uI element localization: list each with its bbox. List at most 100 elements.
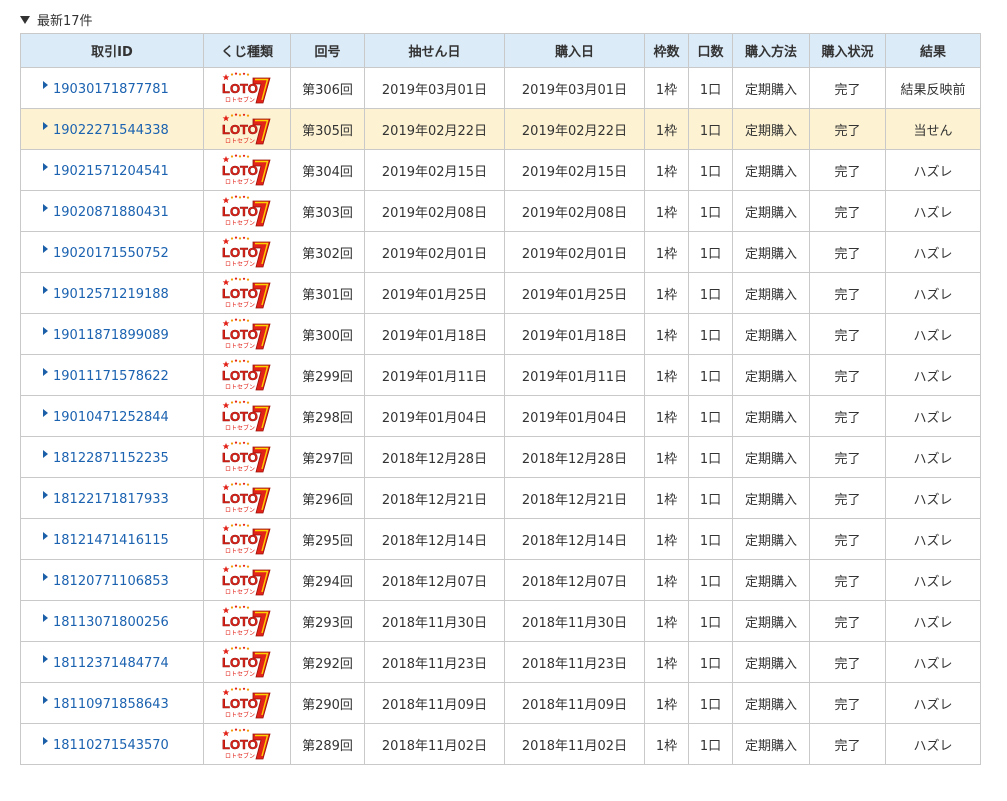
result-cell: ハズレ (885, 436, 981, 478)
result-cell: ハズレ (885, 600, 981, 642)
transaction-id-link[interactable]: 19010471252844 (43, 410, 169, 425)
purchase-method-cell: 定期購入 (732, 600, 810, 642)
loto7-logo-icon: LOTO ロトセブン (222, 318, 271, 350)
logo-main-text: LOTO (222, 81, 258, 96)
transaction-id-link[interactable]: 18122871152235 (43, 451, 169, 466)
purchase-method-cell: 定期購入 (732, 518, 810, 560)
round-cell: 第306回 (290, 67, 365, 109)
purchase-status-cell: 完了 (809, 477, 886, 519)
frames-cell: 1枠 (644, 272, 689, 314)
round-cell: 第297回 (290, 436, 365, 478)
frames-cell: 1枠 (644, 559, 689, 601)
logo-sub-text: ロトセブン (225, 629, 255, 637)
round-cell: 第293回 (290, 600, 365, 642)
purchase-date-cell: 2018年12月21日 (504, 477, 645, 519)
logo-sub-text: ロトセブン (225, 588, 255, 596)
frames-cell: 1枠 (644, 436, 689, 478)
round-cell: 第290回 (290, 682, 365, 724)
transaction-id-cell: 18113071800256 (20, 600, 204, 642)
section-header[interactable]: 最新17件 (20, 8, 93, 30)
transaction-id-link[interactable]: 19021571204541 (43, 164, 169, 179)
purchase-method-cell: 定期購入 (732, 354, 810, 396)
transaction-id-link[interactable]: 18110971858643 (43, 697, 169, 712)
units-cell: 1口 (688, 272, 733, 314)
purchase-date-cell: 2018年12月28日 (504, 436, 645, 478)
draw-date-cell: 2019年01月04日 (364, 395, 505, 437)
table-row: 18120771106853 LOTO ロトセブン 第294回 2018年12月… (20, 559, 981, 601)
frames-cell: 1枠 (644, 641, 689, 683)
table-row: 19011171578622 LOTO ロトセブン 第299回 2019年01月… (20, 354, 981, 396)
round-cell: 第299回 (290, 354, 365, 396)
purchase-status-cell: 完了 (809, 190, 886, 232)
logo-main-text: LOTO (222, 122, 258, 137)
units-cell: 1口 (688, 723, 733, 765)
units-cell: 1口 (688, 231, 733, 273)
purchase-status-cell: 完了 (809, 600, 886, 642)
draw-date-cell: 2018年12月21日 (364, 477, 505, 519)
purchase-date-cell: 2019年01月25日 (504, 272, 645, 314)
lottery-type-cell: LOTO ロトセブン (203, 641, 291, 683)
transaction-id-link[interactable]: 18122171817933 (43, 492, 169, 507)
frames-cell: 1枠 (644, 149, 689, 191)
purchase-date-cell: 2018年11月02日 (504, 723, 645, 765)
purchase-date-cell: 2019年02月22日 (504, 108, 645, 150)
logo-main-text: LOTO (222, 368, 258, 383)
lottery-type-cell: LOTO ロトセブン (203, 559, 291, 601)
transaction-id-cell: 18112371484774 (20, 641, 204, 683)
table-row: 19011871899089 LOTO ロトセブン 第300回 2019年01月… (20, 313, 981, 355)
frames-cell: 1枠 (644, 723, 689, 765)
purchase-method-cell: 定期購入 (732, 272, 810, 314)
logo-stars (222, 113, 250, 122)
table-row: 19020871880431 LOTO ロトセブン 第303回 2019年02月… (20, 190, 981, 232)
transaction-id-link[interactable]: 18120771106853 (43, 574, 169, 589)
frames-cell: 1枠 (644, 600, 689, 642)
transaction-id-cell: 19022271544338 (20, 108, 204, 150)
round-cell: 第292回 (290, 641, 365, 683)
table-row: 19030171877781 LOTO ロトセブン 第306回 2019年03月… (20, 67, 981, 109)
units-cell: 1口 (688, 682, 733, 724)
transaction-id-link[interactable]: 18112371484774 (43, 656, 169, 671)
units-cell: 1口 (688, 600, 733, 642)
logo-sub-text: ロトセブン (225, 219, 255, 227)
round-cell: 第301回 (290, 272, 365, 314)
transaction-id-cell: 19020171550752 (20, 231, 204, 273)
table-row: 18110271543570 LOTO ロトセブン 第289回 2018年11月… (20, 723, 981, 765)
logo-stars (222, 359, 250, 368)
logo-main-text: LOTO (222, 532, 258, 547)
transaction-id-link[interactable]: 19011871899089 (43, 328, 169, 343)
triangle-down-icon[interactable] (20, 15, 30, 24)
purchase-status-cell: 完了 (809, 518, 886, 560)
table-row: 18122871152235 LOTO ロトセブン 第297回 2018年12月… (20, 436, 981, 478)
result-cell: ハズレ (885, 313, 981, 355)
transaction-id-cell: 18122871152235 (20, 436, 204, 478)
transaction-id-link[interactable]: 19020871880431 (43, 205, 169, 220)
frames-cell: 1枠 (644, 67, 689, 109)
lottery-type-cell: LOTO ロトセブン (203, 436, 291, 478)
transaction-id-link[interactable]: 19022271544338 (43, 123, 169, 138)
purchase-date-cell: 2019年02月01日 (504, 231, 645, 273)
frames-cell: 1枠 (644, 313, 689, 355)
transaction-id-link[interactable]: 19012571219188 (43, 287, 169, 302)
result-cell: 当せん (885, 108, 981, 150)
logo-main-text: LOTO (222, 286, 258, 301)
purchase-date-cell: 2018年11月09日 (504, 682, 645, 724)
transaction-id-link[interactable]: 19011171578622 (43, 369, 169, 384)
table-row: 19021571204541 LOTO ロトセブン 第304回 2019年02月… (20, 149, 981, 191)
transaction-id-link[interactable]: 18121471416115 (43, 533, 169, 548)
transaction-id-link[interactable]: 18113071800256 (43, 615, 169, 630)
lottery-type-cell: LOTO ロトセブン (203, 108, 291, 150)
table-row: 18112371484774 LOTO ロトセブン 第292回 2018年11月… (20, 641, 981, 683)
column-header-lottery-type: くじ種類 (203, 33, 291, 68)
frames-cell: 1枠 (644, 354, 689, 396)
logo-stars (222, 523, 250, 532)
transaction-id-link[interactable]: 18110271543570 (43, 738, 169, 753)
units-cell: 1口 (688, 67, 733, 109)
logo-sub-text: ロトセブン (225, 711, 255, 719)
result-cell: ハズレ (885, 723, 981, 765)
transaction-id-link[interactable]: 19030171877781 (43, 82, 169, 97)
round-cell: 第295回 (290, 518, 365, 560)
logo-main-text: LOTO (222, 163, 258, 178)
transaction-id-link[interactable]: 19020171550752 (43, 246, 169, 261)
logo-stars (222, 728, 250, 737)
purchase-status-cell: 完了 (809, 149, 886, 191)
